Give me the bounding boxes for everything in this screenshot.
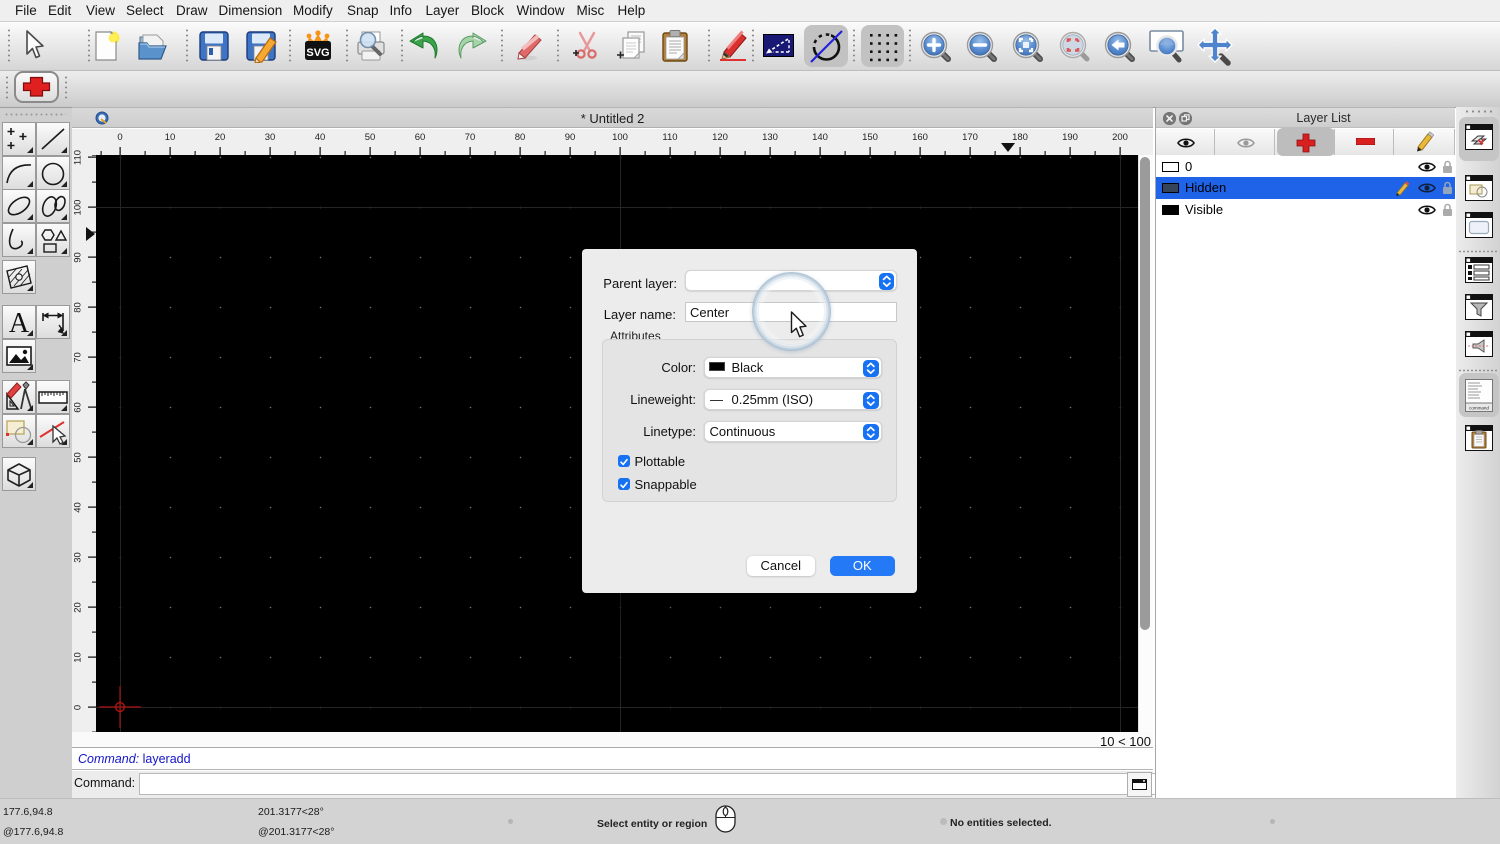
svg-text:command: command xyxy=(1469,406,1489,411)
svg-text:SVG: SVG xyxy=(306,47,329,59)
